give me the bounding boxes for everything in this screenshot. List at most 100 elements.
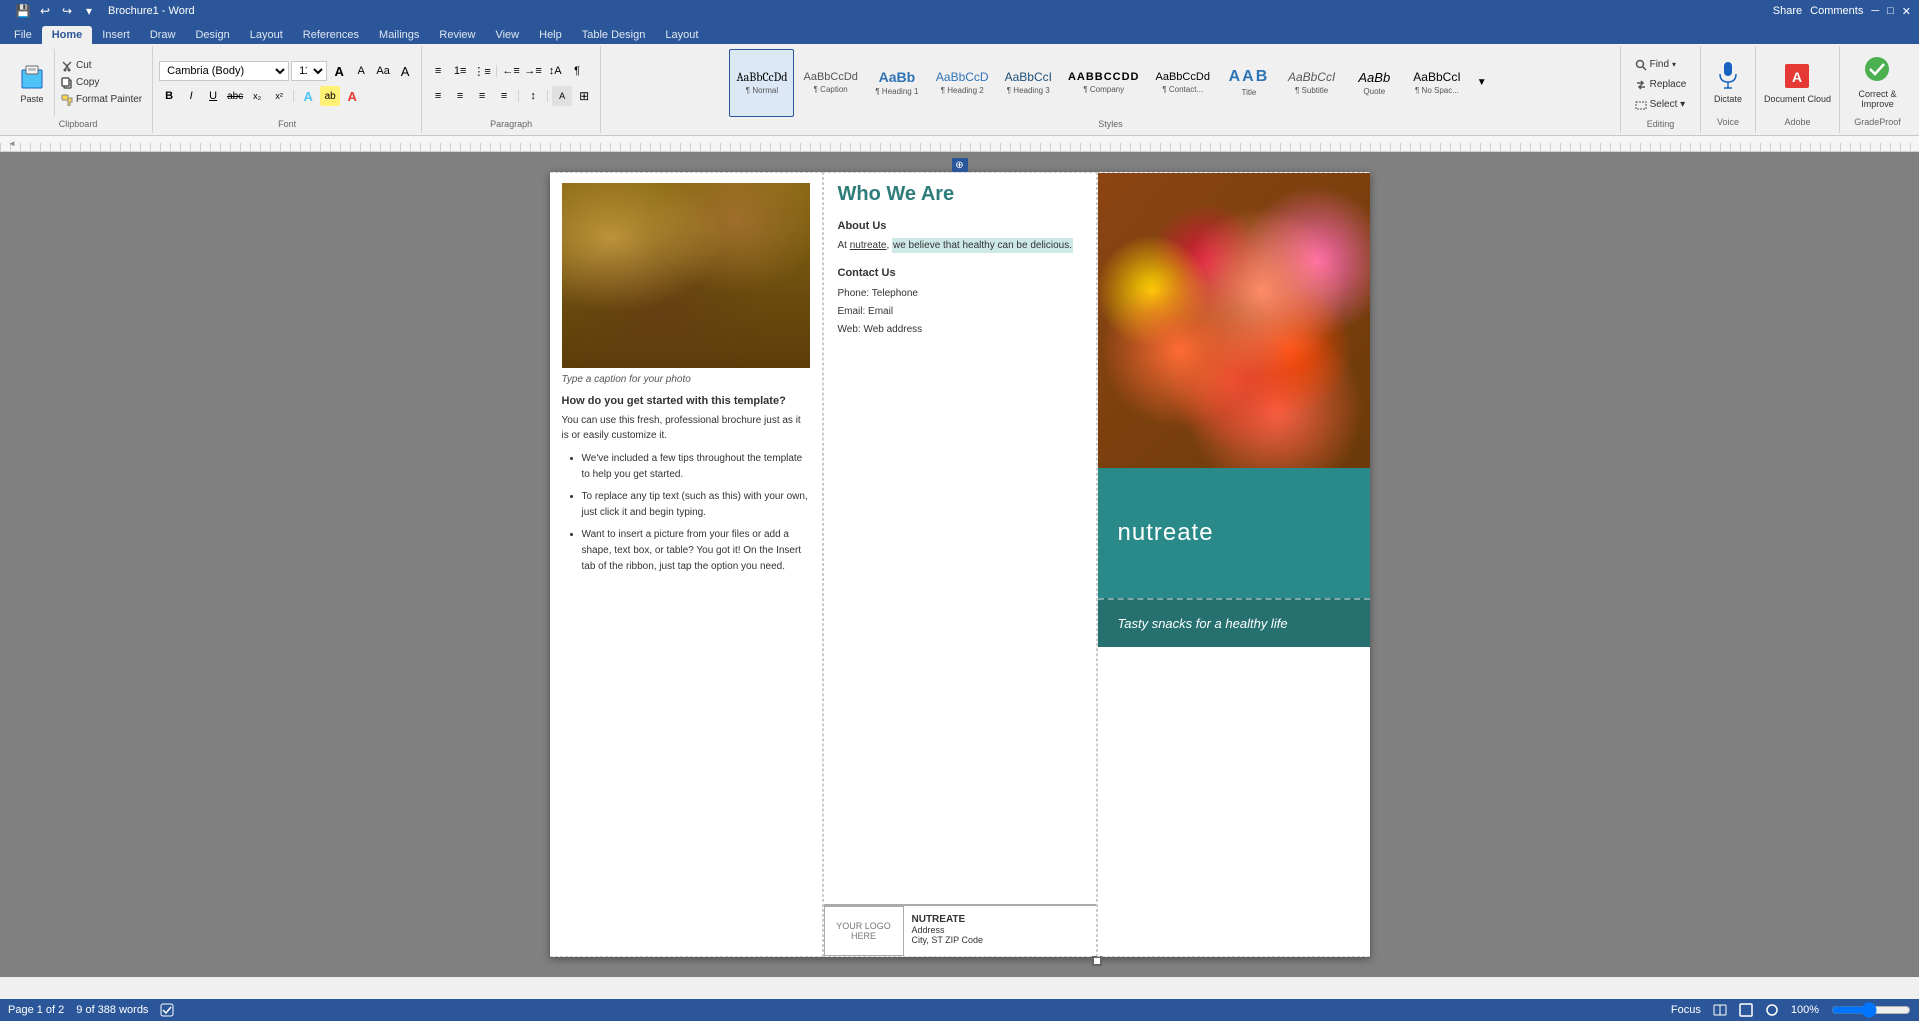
- superscript-button[interactable]: x²: [269, 86, 289, 106]
- document-cloud-button[interactable]: A Document Cloud: [1764, 60, 1831, 104]
- bullet-3[interactable]: Want to insert a picture from your files…: [582, 527, 810, 575]
- style-title[interactable]: AAB Title: [1219, 49, 1279, 117]
- zoom-slider[interactable]: [1831, 1006, 1911, 1014]
- about-us-heading[interactable]: About Us: [838, 220, 1082, 232]
- table-move-handle[interactable]: ⊕: [952, 158, 968, 172]
- italic-button[interactable]: I: [181, 86, 201, 106]
- template-body[interactable]: You can use this fresh, professional bro…: [562, 413, 810, 443]
- company-name[interactable]: NUTREATE: [912, 914, 984, 925]
- phone-info[interactable]: Phone: Telephone: [838, 285, 1082, 303]
- bullet-1[interactable]: We've included a few tips throughout the…: [582, 451, 810, 483]
- shading-button[interactable]: A: [552, 86, 572, 106]
- bullets-button[interactable]: ≡: [428, 61, 448, 81]
- email-info[interactable]: Email: Email: [838, 303, 1082, 321]
- tab-draw[interactable]: Draw: [140, 26, 186, 44]
- style-heading1[interactable]: AaBb ¶ Heading 1: [867, 49, 927, 117]
- tab-view[interactable]: View: [485, 26, 529, 44]
- styles-scroll-down[interactable]: ▼: [1472, 73, 1492, 93]
- undo-button[interactable]: ↩: [36, 2, 54, 20]
- brand-name-link[interactable]: nutreate: [850, 240, 887, 251]
- web-layout-icon[interactable]: [1765, 1003, 1779, 1017]
- font-size-select[interactable]: 11: [291, 61, 327, 81]
- template-heading[interactable]: How do you get started with this templat…: [562, 395, 810, 407]
- grow-font-button[interactable]: A: [329, 61, 349, 81]
- font-color-button[interactable]: A: [342, 86, 362, 106]
- increase-indent-button[interactable]: →≡: [523, 61, 543, 81]
- select-button[interactable]: Select ▾: [1630, 96, 1692, 114]
- brand-name-display[interactable]: nutreate: [1118, 519, 1214, 547]
- tab-review[interactable]: Review: [429, 26, 485, 44]
- numbering-button[interactable]: 1≡: [450, 61, 470, 81]
- justify-button[interactable]: ≡: [494, 86, 514, 106]
- save-button[interactable]: 💾: [14, 2, 32, 20]
- word-count[interactable]: 9 of 388 words: [76, 1004, 148, 1016]
- align-center-button[interactable]: ≡: [450, 86, 470, 106]
- dictate-button[interactable]: Dictate: [1714, 60, 1742, 104]
- share-button[interactable]: Share: [1773, 5, 1802, 17]
- tab-design[interactable]: Design: [185, 26, 239, 44]
- print-layout-icon[interactable]: [1739, 1003, 1753, 1017]
- replace-button[interactable]: Replace: [1630, 76, 1692, 94]
- address-line[interactable]: Address: [912, 925, 984, 935]
- tab-table-design[interactable]: Table Design: [572, 26, 656, 44]
- cut-button[interactable]: Cut: [57, 58, 146, 74]
- read-mode-icon[interactable]: [1713, 1003, 1727, 1017]
- style-quote[interactable]: AaBb Quote: [1344, 49, 1404, 117]
- copy-button[interactable]: Copy: [57, 75, 146, 91]
- tagline-text[interactable]: Tasty snacks for a healthy life: [1118, 616, 1288, 631]
- underline-button[interactable]: U: [203, 86, 223, 106]
- style-nospace[interactable]: AaBbCcI ¶ No Spac...: [1406, 49, 1467, 117]
- photo-caption[interactable]: Type a caption for your photo: [562, 374, 810, 385]
- text-effects-button[interactable]: A: [298, 86, 318, 106]
- style-caption[interactable]: AaBbCcDd ¶ Caption: [796, 49, 864, 117]
- tab-insert[interactable]: Insert: [92, 26, 140, 44]
- align-right-button[interactable]: ≡: [472, 86, 492, 106]
- focus-label[interactable]: Focus: [1671, 1004, 1701, 1016]
- maximize-button[interactable]: □: [1887, 5, 1894, 17]
- multilevel-button[interactable]: ⋮≡: [472, 61, 492, 81]
- line-spacing-button[interactable]: ↕: [523, 86, 543, 106]
- close-button[interactable]: ✕: [1902, 5, 1911, 18]
- tab-mailings[interactable]: Mailings: [369, 26, 429, 44]
- contact-us-heading[interactable]: Contact Us: [838, 267, 1082, 279]
- style-heading2[interactable]: AaBbCcD ¶ Heading 2: [929, 49, 996, 117]
- show-hide-button[interactable]: ¶: [567, 61, 587, 81]
- decrease-indent-button[interactable]: ←≡: [501, 61, 521, 81]
- font-family-select[interactable]: Cambria (Body): [159, 61, 289, 81]
- proofing-icon[interactable]: [160, 1003, 174, 1017]
- tab-file[interactable]: File: [4, 26, 42, 44]
- column-resize-handle[interactable]: [1092, 956, 1102, 966]
- borders-button[interactable]: ⊞: [574, 86, 594, 106]
- zoom-level[interactable]: 100%: [1791, 1004, 1819, 1016]
- subscript-button[interactable]: x₂: [247, 86, 267, 106]
- tab-layout2[interactable]: Layout: [655, 26, 708, 44]
- style-normal[interactable]: AaBbCcDd ¶ Normal: [729, 49, 794, 117]
- sort-button[interactable]: ↕A: [545, 61, 565, 81]
- who-we-are-heading[interactable]: Who We Are: [838, 183, 1082, 206]
- document-area[interactable]: ⊕ Type a caption for your photo How do y…: [0, 152, 1919, 977]
- clear-format-button[interactable]: A: [395, 61, 415, 81]
- tab-home[interactable]: Home: [42, 26, 93, 44]
- web-info[interactable]: Web: Web address: [838, 321, 1082, 339]
- qat-dropdown[interactable]: ▾: [80, 2, 98, 20]
- bullet-2[interactable]: To replace any tip text (such as this) w…: [582, 489, 810, 521]
- tab-layout[interactable]: Layout: [240, 26, 293, 44]
- about-us-text[interactable]: At nutreate, we believe that healthy can…: [838, 238, 1082, 253]
- find-button[interactable]: Find ▾: [1630, 56, 1692, 74]
- shrink-font-button[interactable]: A: [351, 61, 371, 81]
- redo-button[interactable]: ↪: [58, 2, 76, 20]
- tab-references[interactable]: References: [293, 26, 369, 44]
- city-line[interactable]: City, ST ZIP Code: [912, 935, 984, 945]
- style-contact[interactable]: AaBbCcDd ¶ Contact...: [1149, 49, 1217, 117]
- style-subtitle[interactable]: AaBbCcI ¶ Subtitle: [1281, 49, 1342, 117]
- format-painter-button[interactable]: Format Painter: [57, 92, 146, 108]
- align-left-button[interactable]: ≡: [428, 86, 448, 106]
- paste-button[interactable]: Paste: [10, 48, 55, 117]
- logo-placeholder[interactable]: YOUR LOGO HERE: [824, 906, 904, 956]
- change-case-button[interactable]: Aa: [373, 61, 393, 81]
- minimize-button[interactable]: ─: [1871, 5, 1879, 17]
- bold-button[interactable]: B: [159, 86, 179, 106]
- style-company[interactable]: AABBCCDD ¶ Company: [1061, 49, 1147, 117]
- comments-button[interactable]: Comments: [1810, 5, 1863, 17]
- strikethrough-button[interactable]: abc: [225, 86, 245, 106]
